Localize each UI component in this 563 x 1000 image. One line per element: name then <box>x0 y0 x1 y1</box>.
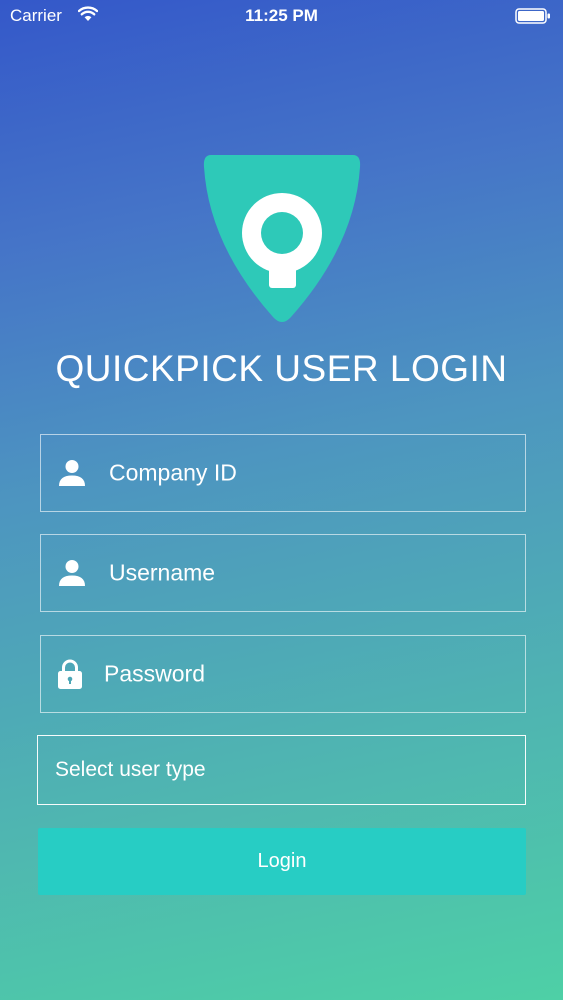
company-id-placeholder: Company ID <box>109 459 237 486</box>
login-button[interactable]: Login <box>38 828 526 895</box>
password-placeholder: Password <box>104 660 205 687</box>
status-time: 11:25 PM <box>245 6 318 25</box>
company-id-field[interactable]: Company ID <box>40 434 526 512</box>
user-icon <box>59 460 85 486</box>
password-field[interactable]: Password <box>40 635 526 713</box>
user-type-select[interactable]: Select user type <box>37 735 526 805</box>
login-screen: Carrier 11:25 PM QUICKPICK USER LOGIN Co… <box>0 0 563 1000</box>
user-icon <box>59 560 85 586</box>
username-placeholder: Username <box>109 559 216 586</box>
quickpick-logo-icon <box>203 155 361 322</box>
battery-icon <box>515 8 550 24</box>
username-field[interactable]: Username <box>40 534 526 612</box>
status-bar: Carrier 11:25 PM <box>0 0 563 32</box>
user-type-placeholder: Select user type <box>55 758 206 781</box>
page-title: QUICKPICK USER LOGIN <box>55 348 508 389</box>
lock-icon <box>58 659 82 689</box>
